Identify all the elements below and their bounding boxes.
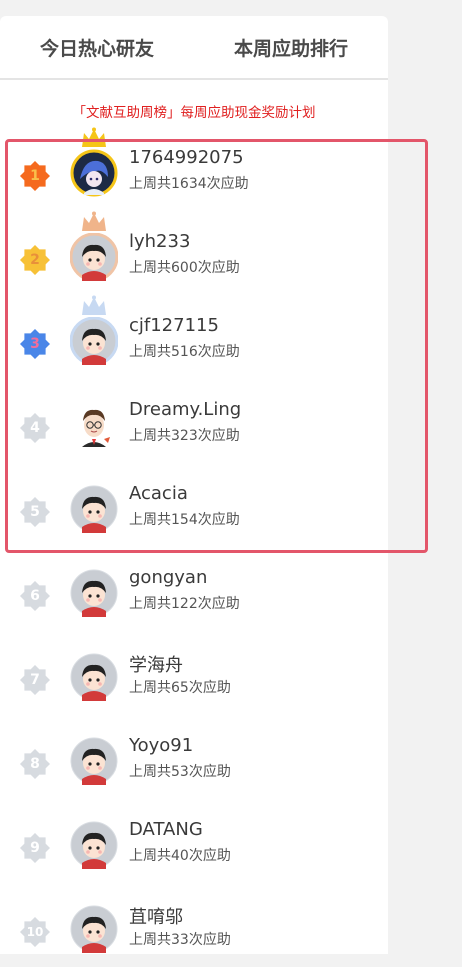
- rank-number: 10: [26, 925, 44, 939]
- rank-badge-icon: 7: [19, 664, 51, 696]
- rank-number: 8: [30, 756, 40, 772]
- username-link[interactable]: gongyan: [129, 567, 207, 588]
- rank-number: 2: [30, 252, 40, 268]
- ranking-row[interactable]: 8 Yoyo91 上周共53次应助: [0, 729, 388, 799]
- rank-number: 4: [30, 420, 40, 436]
- ranking-row[interactable]: 1 1764992075 上周共1634次应助: [0, 127, 388, 211]
- rank-number: 9: [30, 840, 40, 856]
- help-count-text: 上周共122次应助: [129, 596, 240, 612]
- rank-badge-icon: 10: [19, 916, 51, 948]
- ranking-row[interactable]: 5 Acacia 上周共154次应助: [0, 477, 388, 547]
- username-link[interactable]: Dreamy.Ling: [129, 399, 241, 420]
- help-count-text: 上周共65次应助: [129, 680, 231, 696]
- username-link[interactable]: lyh233: [129, 231, 190, 252]
- rank-number: 6: [30, 588, 40, 604]
- ranking-row[interactable]: 2 lyh233 上周共600次应助: [0, 211, 388, 295]
- help-count-text: 上周共516次应助: [129, 344, 240, 360]
- cartoon-avatar-icon[interactable]: [70, 401, 118, 449]
- help-count-text: 上周共53次应助: [129, 764, 231, 780]
- default-avatar-icon[interactable]: [70, 821, 118, 869]
- default-avatar-icon[interactable]: [70, 905, 118, 953]
- username-link[interactable]: 1764992075: [129, 147, 244, 168]
- help-count-text: 上周共33次应助: [129, 932, 231, 948]
- help-count-text: 上周共1634次应助: [129, 176, 249, 192]
- help-count-text: 上周共40次应助: [129, 848, 231, 864]
- bronze-crown-icon: [82, 211, 106, 231]
- rank-badge-icon: 9: [19, 832, 51, 864]
- ranking-row[interactable]: 6 gongyan 上周共122次应助: [0, 561, 388, 631]
- ranking-row[interactable]: 4 Dreamy.Ling 上周共323次应助: [0, 393, 388, 463]
- help-count-text: 上周共323次应助: [129, 428, 240, 444]
- username-link[interactable]: cjf127115: [129, 315, 219, 336]
- default-avatar-icon[interactable]: [70, 737, 118, 785]
- rank-number: 5: [30, 504, 40, 520]
- default-avatar-icon[interactable]: [70, 211, 118, 281]
- rank-badge-icon: 8: [19, 748, 51, 780]
- rank-badge-icon: 5: [19, 496, 51, 528]
- ranking-row[interactable]: 3 cjf127115 上周共516次应助: [0, 295, 388, 379]
- ranking-row[interactable]: 9 DATANG 上周共40次应助: [0, 813, 388, 883]
- username-link[interactable]: Yoyo91: [129, 735, 193, 756]
- username-link[interactable]: 学海舟: [129, 651, 183, 677]
- silver-crown-icon: [82, 295, 106, 315]
- tab-bar: 今日热心研友 本周应助排行: [0, 16, 388, 80]
- rank-badge-icon: 3: [19, 328, 51, 360]
- username-link[interactable]: 苴唷邬: [129, 903, 183, 929]
- rank-badge-icon: 4: [19, 412, 51, 444]
- reward-notice-link[interactable]: 「文献互助周榜」每周应助现金奖励计划: [0, 101, 388, 121]
- rank-badge-icon: 2: [19, 244, 51, 276]
- default-avatar-icon[interactable]: [70, 295, 118, 365]
- rank-number: 7: [30, 672, 40, 688]
- rank-badge-icon: 1: [19, 160, 51, 192]
- rank-number: 1: [30, 168, 40, 184]
- default-avatar-icon[interactable]: [70, 569, 118, 617]
- help-count-text: 上周共600次应助: [129, 260, 240, 276]
- default-avatar-icon[interactable]: [70, 653, 118, 701]
- default-avatar-icon[interactable]: [70, 485, 118, 533]
- rank-number: 3: [30, 336, 40, 352]
- username-link[interactable]: Acacia: [129, 483, 188, 504]
- ranking-row[interactable]: 7 学海舟上周共65次应助: [0, 645, 388, 715]
- tab-weekly-ranking[interactable]: 本周应助排行: [226, 34, 356, 61]
- gold-crown-icon: [82, 127, 106, 147]
- ranking-row[interactable]: 10 苴唷邬上周共33次应助: [0, 897, 388, 967]
- tab-today-helpers[interactable]: 今日热心研友: [32, 34, 162, 61]
- rank-badge-icon: 6: [19, 580, 51, 612]
- help-count-text: 上周共154次应助: [129, 512, 240, 528]
- username-link[interactable]: DATANG: [129, 819, 203, 840]
- anime-avatar-icon[interactable]: [70, 127, 118, 197]
